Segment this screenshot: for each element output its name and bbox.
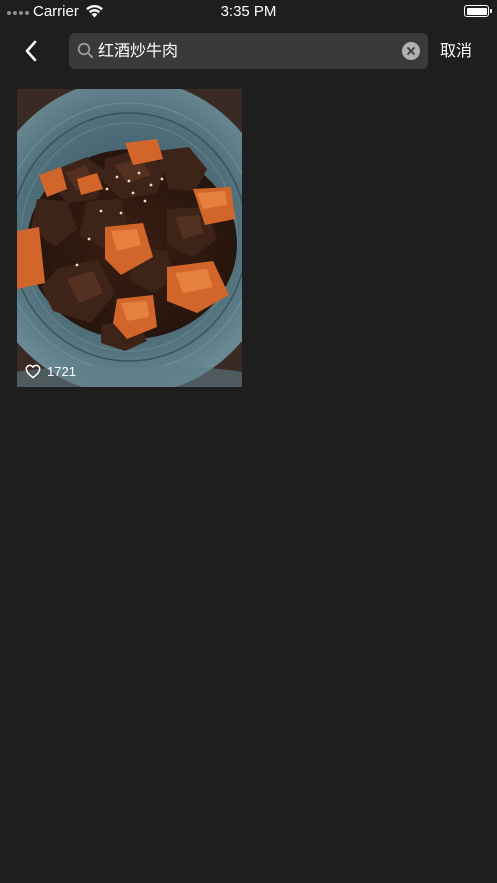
search-input[interactable] (98, 40, 388, 62)
search-icon (77, 42, 94, 59)
close-icon (407, 47, 415, 55)
chevron-left-icon (25, 40, 37, 62)
battery-icon (464, 5, 492, 17)
braised-beef-carrot-photo (17, 89, 242, 387)
clear-icon[interactable] (402, 42, 420, 60)
heart-icon[interactable] (25, 364, 41, 379)
cancel-button[interactable]: 取消 (440, 40, 472, 62)
search-bar[interactable] (69, 33, 428, 69)
result-card[interactable]: 1721 (17, 89, 242, 387)
back-button[interactable] (14, 34, 48, 68)
like-count: 1721 (47, 364, 76, 379)
like-row: 1721 (25, 364, 76, 379)
clock: 3:35 PM (220, 3, 277, 20)
status-bar: Carrier 3:35 PM (0, 0, 497, 24)
